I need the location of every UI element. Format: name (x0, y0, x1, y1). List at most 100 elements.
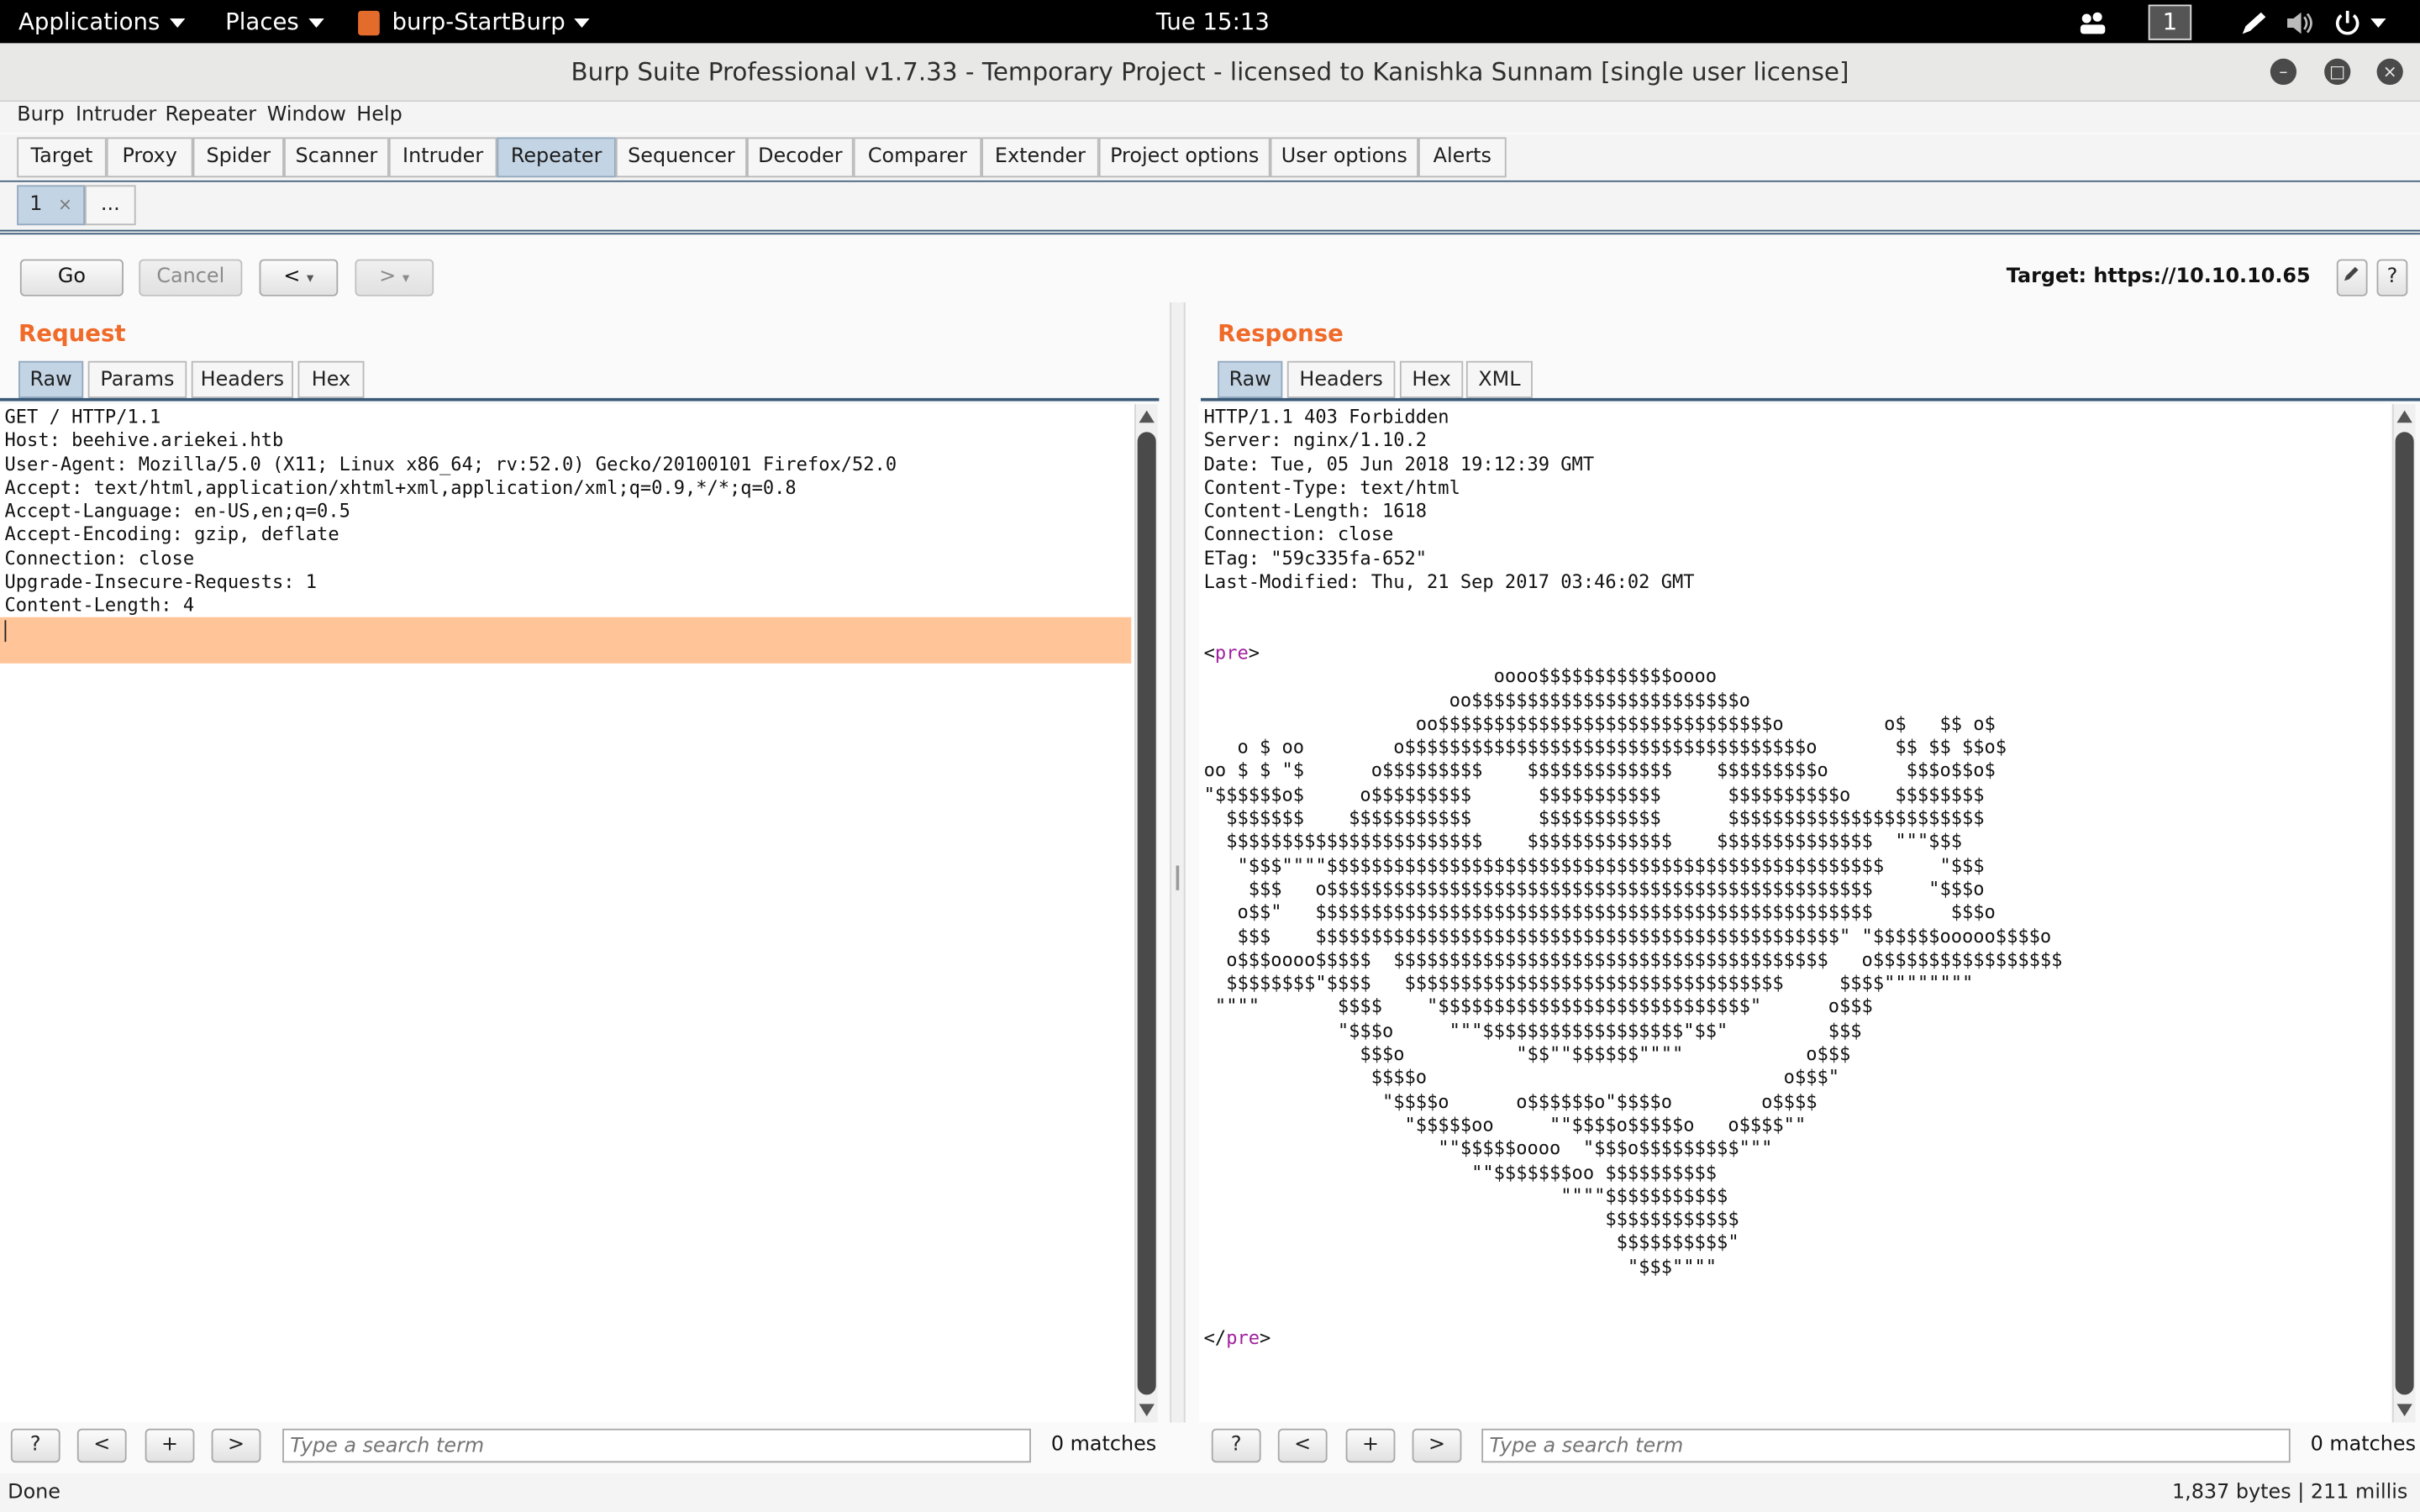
request-scrollbar[interactable] (1134, 404, 1158, 1423)
menu-window[interactable]: Window (267, 103, 346, 127)
close-tab-icon[interactable]: × (58, 194, 72, 214)
main-tab-bar: Target Proxy Spider Scanner Intruder Rep… (0, 134, 2420, 186)
pre-close-lt: </ (1203, 1326, 1227, 1348)
volume-icon[interactable] (2284, 0, 2315, 43)
response-scrollbar[interactable] (2391, 404, 2416, 1423)
scroll-up-icon[interactable] (2396, 410, 2412, 423)
tab-sequencer[interactable]: Sequencer (615, 137, 747, 178)
scroll-down-icon[interactable] (2396, 1404, 2412, 1417)
power-icon[interactable] (2333, 0, 2386, 43)
applications-menu[interactable]: Applications (18, 0, 185, 43)
pen-icon[interactable] (2238, 0, 2269, 43)
people-icon[interactable] (2077, 0, 2108, 43)
pre-close-gt: > (1260, 1326, 1271, 1348)
divider-grip[interactable] (1176, 865, 1180, 890)
request-tab-headers[interactable]: Headers (191, 360, 293, 398)
pre-open-gt: > (1248, 642, 1260, 664)
chevron-down-icon (169, 18, 185, 28)
tab-proxy[interactable]: Proxy (106, 137, 193, 178)
tab-comparer[interactable]: Comparer (853, 137, 982, 178)
request-editor[interactable]: GET / HTTP/1.1 Host: beehive.ariekei.htb… (0, 404, 1134, 1423)
dropdown-icon: ▾ (307, 271, 314, 287)
pre-close-tag: pre (1226, 1326, 1260, 1348)
split-pane-divider[interactable] (1170, 302, 1186, 1423)
edit-target-button[interactable] (2336, 259, 2368, 297)
new-tab-button[interactable]: ... (85, 185, 136, 226)
scroll-thumb[interactable] (2395, 432, 2414, 1395)
request-search-input[interactable] (282, 1428, 1031, 1463)
dropdown-icon: ▾ (402, 271, 410, 287)
scroll-thumb[interactable] (1137, 432, 1156, 1395)
request-matches-count: 0 matches (1050, 1433, 1157, 1457)
app-menu-label: burp-StartBurp (392, 8, 566, 36)
window-title-bar[interactable]: Burp Suite Professional v1.7.33 - Tempor… (0, 43, 2420, 102)
request-search-next-button[interactable]: > (211, 1428, 261, 1463)
response-search-help-button[interactable]: ? (1211, 1428, 1261, 1463)
request-tab-hex[interactable]: Hex (297, 360, 365, 398)
repeater-tab-1[interactable]: 1 × (17, 185, 86, 226)
request-tab-params[interactable]: Params (87, 360, 187, 398)
pre-open-lt: < (1203, 642, 1215, 664)
repeater-tab-label: 1 (29, 192, 43, 217)
menu-help[interactable]: Help (356, 103, 402, 127)
response-search-add-button[interactable]: + (1345, 1428, 1396, 1463)
response-headers: HTTP/1.1 403 Forbidden Server: nginx/1.1… (1203, 406, 1695, 593)
minimize-button[interactable]: – (2270, 58, 2297, 86)
response-tab-xml[interactable]: XML (1465, 360, 1533, 398)
tab-repeater[interactable]: Repeater (497, 137, 616, 178)
response-editor[interactable]: HTTP/1.1 403 Forbidden Server: nginx/1.1… (1199, 404, 2391, 1423)
response-search-next-button[interactable]: > (1412, 1428, 1462, 1463)
places-label: Places (225, 8, 299, 36)
tab-user-options[interactable]: User options (1270, 137, 1418, 178)
places-menu[interactable]: Places (225, 0, 324, 43)
back-arrow-icon: < (283, 265, 301, 289)
tab-scanner[interactable]: Scanner (283, 137, 389, 178)
pre-open-tag: pre (1214, 642, 1249, 664)
response-tab-raw[interactable]: Raw (1218, 360, 1283, 398)
repeater-tab-bar: 1 × ... (0, 181, 2420, 235)
close-button[interactable]: × (2376, 58, 2403, 86)
tab-project-options[interactable]: Project options (1098, 137, 1270, 178)
app-menu[interactable]: burp-StartBurp (358, 0, 591, 43)
response-tab-hex[interactable]: Hex (1399, 360, 1464, 398)
status-bar: Done 1,837 bytes | 211 millis (0, 1473, 2420, 1512)
menu-repeater[interactable]: Repeater (166, 103, 257, 127)
help-button[interactable]: ? (2376, 259, 2408, 297)
go-button[interactable]: Go (19, 259, 124, 297)
request-raw-text[interactable]: GET / HTTP/1.1 Host: beehive.ariekei.htb… (0, 404, 1134, 620)
screen: Applications Places burp-StartBurp Tue 1… (0, 0, 2420, 1512)
request-title: Request (18, 319, 126, 348)
request-tab-raw[interactable]: Raw (18, 360, 84, 398)
response-size-timing: 1,837 bytes | 211 millis (2171, 1481, 2408, 1504)
cancel-button[interactable]: Cancel (139, 259, 243, 297)
status-text: Done (8, 1481, 61, 1504)
tab-decoder[interactable]: Decoder (746, 137, 854, 178)
ascii-art: oooo$$$$$$$$$$$$oooo oo$$$$$$$$$$$$$$$$$… (1203, 665, 2063, 1278)
window-title: Burp Suite Professional v1.7.33 - Tempor… (571, 56, 1849, 87)
current-line-highlight (0, 617, 1132, 664)
response-body[interactable]: HTTP/1.1 403 Forbidden Server: nginx/1.1… (1199, 404, 2391, 1352)
applications-label: Applications (18, 8, 160, 36)
response-search-input[interactable] (1481, 1428, 2291, 1463)
menu-intruder[interactable]: Intruder (76, 103, 156, 127)
menu-burp[interactable]: Burp (17, 103, 65, 127)
response-tab-headers[interactable]: Headers (1286, 360, 1396, 398)
request-search-prev-button[interactable]: < (76, 1428, 127, 1463)
chevron-down-icon (574, 18, 591, 28)
pencil-icon (2344, 266, 2359, 281)
maximize-button[interactable]: □ (2324, 58, 2351, 86)
scroll-up-icon[interactable] (1139, 410, 1155, 423)
request-search-add-button[interactable]: + (145, 1428, 195, 1463)
request-search-help-button[interactable]: ? (10, 1428, 60, 1463)
back-history-button[interactable]: < ▾ (259, 259, 339, 297)
scroll-down-icon[interactable] (1139, 1404, 1155, 1417)
tab-intruder[interactable]: Intruder (388, 137, 497, 178)
tab-extender[interactable]: Extender (981, 137, 1099, 178)
tab-alerts[interactable]: Alerts (1418, 137, 1507, 178)
forward-history-button[interactable]: > ▾ (355, 259, 434, 297)
response-search-prev-button[interactable]: < (1277, 1428, 1328, 1463)
tab-target[interactable]: Target (17, 137, 107, 178)
clock[interactable]: Tue 15:13 (1156, 0, 1270, 43)
tab-spider[interactable]: Spider (192, 137, 284, 178)
workspace-indicator[interactable]: 1 (2148, 4, 2192, 40)
